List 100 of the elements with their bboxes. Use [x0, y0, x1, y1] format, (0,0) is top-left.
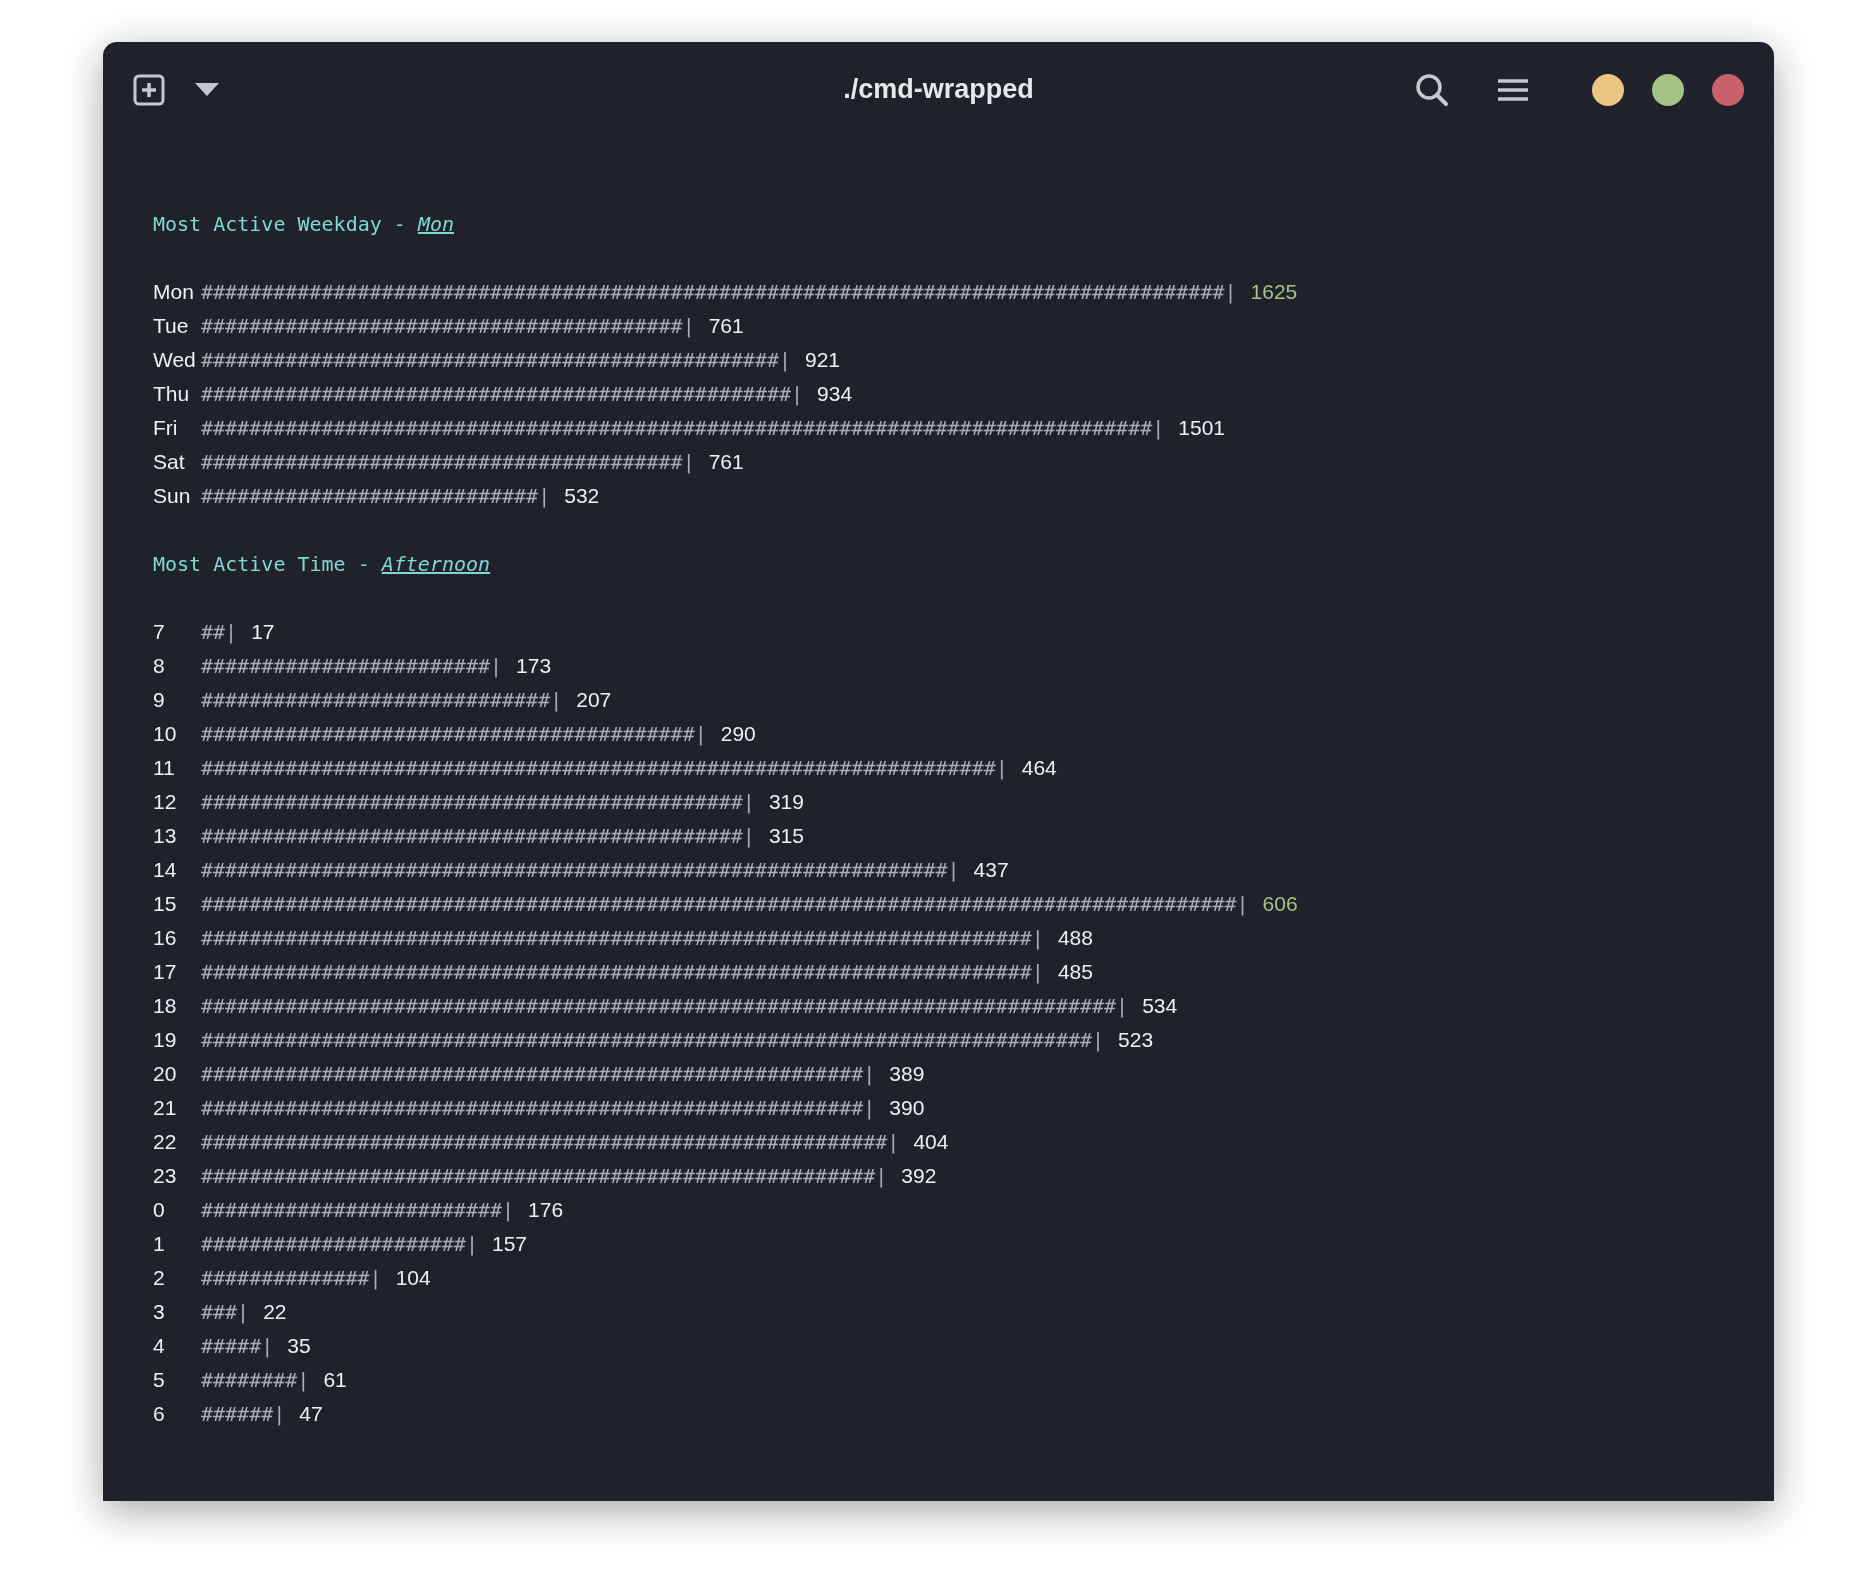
window-title: ./cmd-wrapped [843, 73, 1034, 107]
row-label: 0 [153, 1197, 166, 1224]
count-value: 523 [1118, 1027, 1154, 1054]
hash-text: #########################| [201, 1197, 515, 1224]
count-value: 389 [889, 1061, 925, 1088]
count-value: 534 [1142, 993, 1178, 1020]
hash-text: ########| [201, 1367, 310, 1394]
row-label: 19 [153, 1027, 178, 1054]
count-value: 761 [708, 313, 744, 340]
hash-text: #########################################################| [201, 1129, 900, 1156]
count-value: 61 [323, 1367, 347, 1394]
row-label: 9 [153, 687, 166, 714]
hash-text: ##########################################################################| [201, 1027, 1105, 1054]
row-label: 12 [153, 789, 178, 816]
row-label: Tue [153, 313, 190, 340]
row-label: 14 [153, 857, 178, 884]
count-value: 319 [768, 789, 804, 816]
hash-text: ############################| [201, 483, 551, 510]
row-label: 21 [153, 1095, 178, 1122]
row-label: Thu [153, 381, 191, 408]
hash-text: ###############################################################################| [201, 415, 1165, 442]
row-label: 15 [153, 891, 178, 918]
count-value: 761 [708, 449, 744, 476]
count-value: 488 [1057, 925, 1093, 952]
hash-text: ######| [201, 1401, 286, 1428]
hash-text: #############################################| [201, 823, 755, 850]
hash-text: ######################################################################################| [201, 891, 1249, 918]
hash-text: ##################################################################| [201, 755, 1008, 782]
hash-text: ##| [201, 619, 238, 646]
count-value: 173 [516, 653, 552, 680]
row-label: Fri [153, 415, 179, 442]
row-label: 23 [153, 1163, 178, 1190]
row-label: 1 [153, 1231, 166, 1258]
hash-text: ########################################| [201, 313, 695, 340]
hash-text: ##############################################################| [201, 857, 960, 884]
row-label: 7 [153, 619, 166, 646]
count-value: 390 [889, 1095, 925, 1122]
hash-text: ###| [201, 1299, 250, 1326]
count-value: 157 [491, 1231, 527, 1258]
row-label: 13 [153, 823, 178, 850]
count-value: 47 [299, 1401, 323, 1428]
row-label: 20 [153, 1061, 178, 1088]
count-value: 1625 [1250, 279, 1298, 306]
close-button[interactable] [1712, 73, 1744, 106]
dropdown-caret-icon[interactable] [195, 82, 219, 97]
count-value: 207 [576, 687, 612, 714]
count-value: 532 [564, 483, 600, 510]
count-value: 17 [251, 619, 275, 646]
highlight-value: Mon [417, 211, 454, 238]
count-value: 392 [901, 1163, 937, 1190]
section-heading: Most Active Weekday - [153, 211, 406, 238]
hash-text: #####################################################################################| [201, 279, 1237, 306]
count-value: 606 [1262, 891, 1298, 918]
count-value: 921 [805, 347, 841, 374]
row-label: 17 [153, 959, 178, 986]
highlight-value: Afternoon [381, 551, 491, 578]
count-value: 934 [817, 381, 853, 408]
row-label: 18 [153, 993, 178, 1020]
count-value: 404 [913, 1129, 949, 1156]
menu-icon[interactable] [1498, 77, 1528, 102]
row-label: 11 [153, 755, 176, 782]
count-value: 485 [1057, 959, 1093, 986]
row-label: Wed [153, 347, 197, 374]
maximize-button[interactable] [1652, 73, 1684, 106]
count-value: 437 [973, 857, 1009, 884]
count-value: 290 [720, 721, 756, 748]
count-value: 104 [395, 1265, 431, 1292]
hash-text: ############################################################################| [201, 993, 1129, 1020]
search-icon[interactable] [1414, 71, 1450, 108]
count-value: 1501 [1178, 415, 1225, 442]
hash-text: ################################################| [201, 347, 791, 374]
hash-text: ########################| [201, 653, 503, 680]
new-tab-icon[interactable] [133, 73, 165, 106]
count-value: 35 [287, 1333, 311, 1360]
hash-text: #######################################################| [201, 1095, 876, 1122]
hash-text: ########################################| [201, 449, 695, 476]
count-value: 176 [528, 1197, 564, 1224]
count-value: 22 [263, 1299, 287, 1326]
hash-text: #####################################################################| [201, 959, 1044, 986]
count-value: 464 [1021, 755, 1057, 782]
row-label: 5 [153, 1367, 166, 1394]
row-label: 6 [153, 1401, 166, 1428]
hash-text: #####################################################################| [201, 925, 1044, 952]
row-label: 4 [153, 1333, 166, 1360]
hash-text: ##############| [201, 1265, 382, 1292]
row-label: 22 [153, 1129, 178, 1156]
row-label: 3 [153, 1299, 166, 1326]
hash-text: ########################################################| [201, 1163, 888, 1190]
minimize-button[interactable] [1592, 73, 1624, 106]
row-label: Mon [153, 279, 195, 306]
row-label: Sun [153, 483, 192, 510]
hash-text: #######################################################| [201, 1061, 876, 1088]
row-label: 2 [153, 1265, 166, 1292]
row-label: 10 [153, 721, 178, 748]
hash-text: #################################################| [201, 381, 804, 408]
row-label: Sat [153, 449, 186, 476]
hash-text: #########################################| [201, 721, 707, 748]
count-value: 315 [768, 823, 804, 850]
hash-text: #############################| [201, 687, 563, 714]
row-label: 8 [153, 653, 166, 680]
